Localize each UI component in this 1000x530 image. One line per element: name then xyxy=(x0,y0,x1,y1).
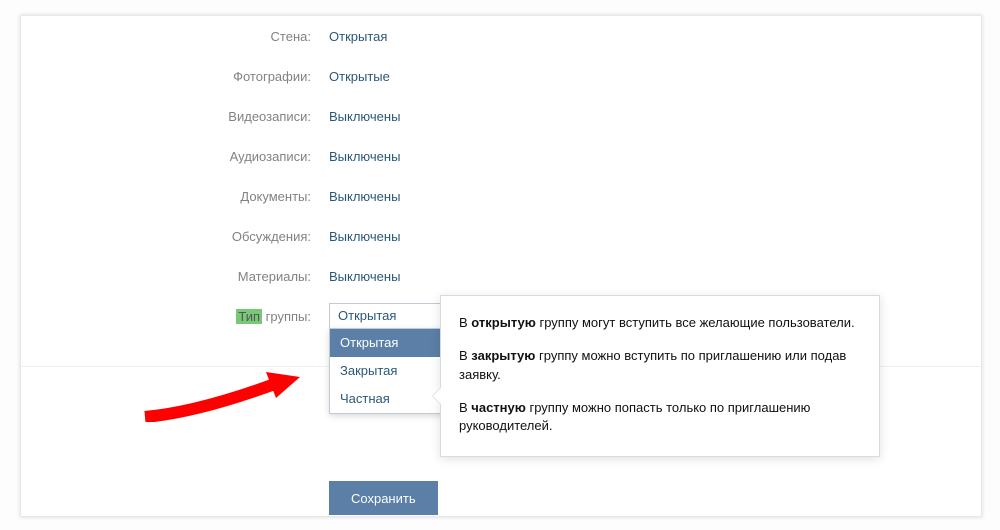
tooltip-line-2: В закрытую группу можно вступить по приг… xyxy=(459,347,859,385)
group-type-tooltip: В открытую группу могут вступить все жел… xyxy=(440,295,880,457)
label-group-type-highlight: Тип xyxy=(236,309,262,324)
tooltip-arrow-icon xyxy=(433,388,441,404)
setting-row: Обсуждения:Выключены xyxy=(21,216,981,256)
setting-value-link[interactable]: Выключены xyxy=(329,229,400,244)
setting-row: Стена:Открытая xyxy=(21,16,981,56)
setting-row: Материалы:Выключены xyxy=(21,256,981,296)
setting-label: Документы: xyxy=(21,189,329,204)
setting-label: Аудиозаписи: xyxy=(21,149,329,164)
setting-label: Обсуждения: xyxy=(21,229,329,244)
setting-label: Фотографии: xyxy=(21,69,329,84)
setting-value-link[interactable]: Выключены xyxy=(329,149,400,164)
setting-label: Материалы: xyxy=(21,269,329,284)
settings-rows: Стена:ОткрытаяФотографии:ОткрытыеВидеоза… xyxy=(21,16,981,296)
tooltip-line-1: В открытую группу могут вступить все жел… xyxy=(459,314,859,333)
setting-value-link[interactable]: Выключены xyxy=(329,189,400,204)
setting-value-link[interactable]: Открытая xyxy=(329,29,387,44)
group-type-option[interactable]: Открытая xyxy=(330,329,458,357)
label-group-type: Тип группы: xyxy=(21,309,329,324)
setting-row: Документы:Выключены xyxy=(21,176,981,216)
setting-value-link[interactable]: Открытые xyxy=(329,69,390,84)
setting-value-link[interactable]: Выключены xyxy=(329,109,400,124)
setting-row: Фотографии:Открытые xyxy=(21,56,981,96)
setting-row: Аудиозаписи:Выключены xyxy=(21,136,981,176)
save-button[interactable]: Сохранить xyxy=(329,481,438,515)
setting-label: Видеозаписи: xyxy=(21,109,329,124)
setting-value-link[interactable]: Выключены xyxy=(329,269,400,284)
label-group-type-rest: группы xyxy=(262,309,307,324)
setting-label: Стена: xyxy=(21,29,329,44)
group-type-option[interactable]: Закрытая xyxy=(330,357,458,385)
setting-row: Видеозаписи:Выключены xyxy=(21,96,981,136)
tooltip-line-3: В частную группу можно попасть только по… xyxy=(459,399,859,437)
group-type-selected-text: Открытая xyxy=(338,304,396,328)
